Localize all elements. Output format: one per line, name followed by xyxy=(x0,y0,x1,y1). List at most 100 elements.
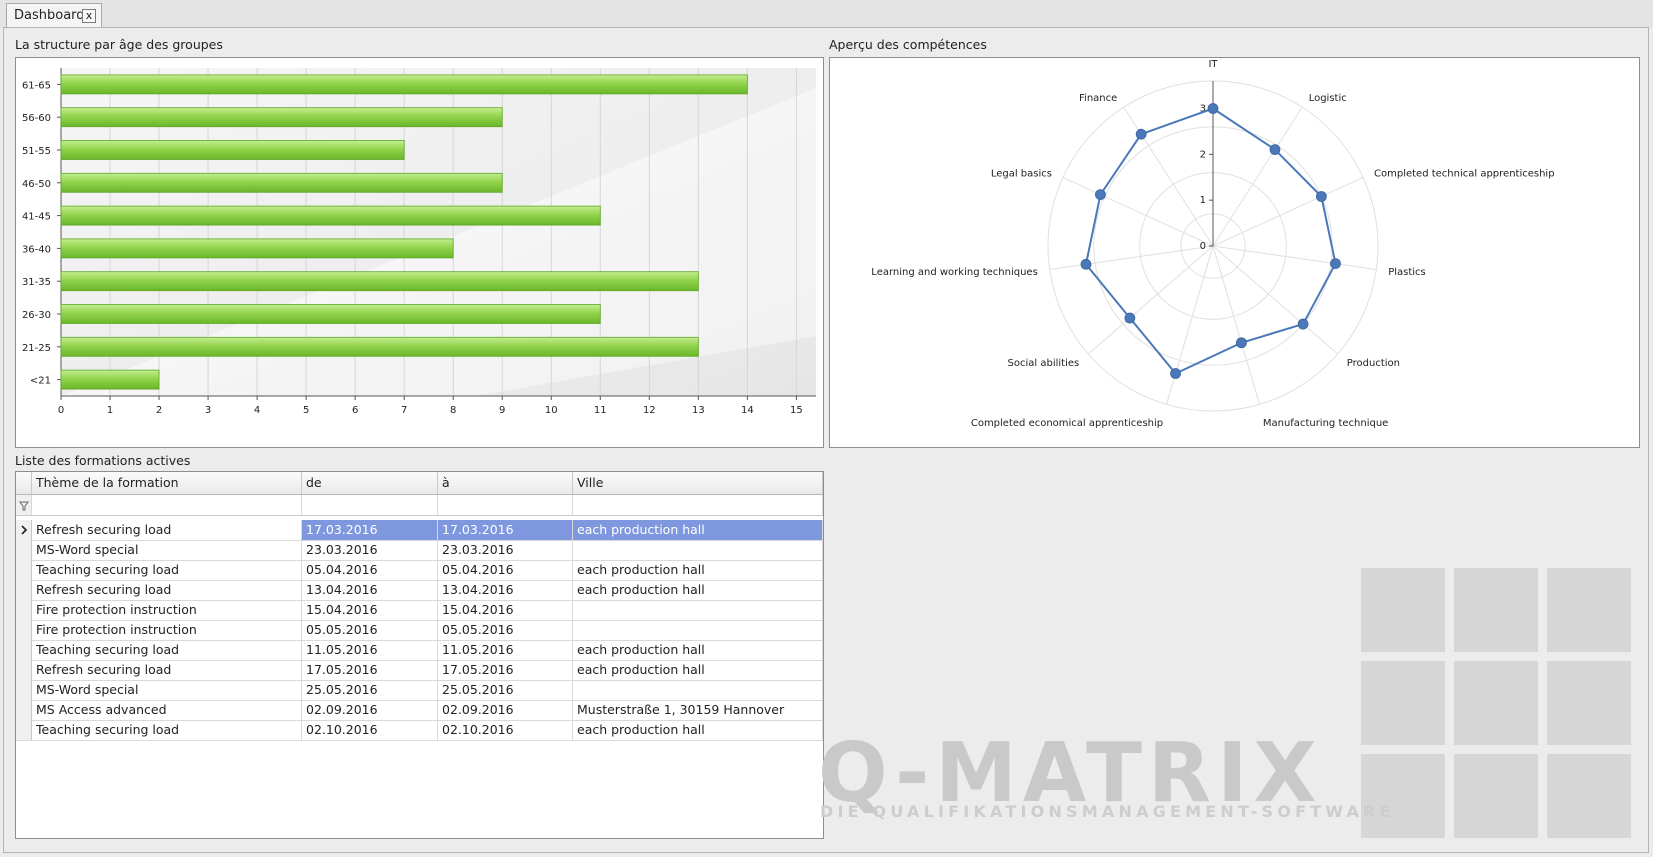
cell-from[interactable]: 11.05.2016 xyxy=(302,640,438,660)
row-indicator[interactable] xyxy=(16,640,32,660)
y-tick-label-7: 26-30 xyxy=(22,310,51,321)
radar-point-0 xyxy=(1207,103,1219,114)
column-header-to[interactable]: à xyxy=(438,472,573,494)
table-row[interactable]: MS-Word special 23.03.2016 23.03.2016 xyxy=(16,540,823,561)
filter-input-to[interactable] xyxy=(438,495,573,515)
table-row[interactable]: Refresh securing load 13.04.2016 13.04.201… xyxy=(16,580,823,601)
cell-from[interactable]: 15.04.2016 xyxy=(302,600,438,620)
cell-to[interactable]: 25.05.2016 xyxy=(438,680,573,700)
cell-theme[interactable]: Teaching securing load xyxy=(32,560,302,580)
cell-city[interactable] xyxy=(573,600,823,620)
x-tick-label-14: 14 xyxy=(741,405,754,416)
cell-to[interactable]: 13.04.2016 xyxy=(438,580,573,600)
filter-icon[interactable] xyxy=(16,495,32,515)
x-tick-label-10: 10 xyxy=(545,405,558,416)
table-row[interactable]: Teaching securing load 02.10.2016 02.10.20… xyxy=(16,720,823,741)
y-tick-label-5: 36-40 xyxy=(22,244,51,255)
cell-to[interactable]: 17.05.2016 xyxy=(438,660,573,680)
cell-city[interactable] xyxy=(573,540,823,560)
radar-series-line xyxy=(1084,107,1337,375)
filter-input-from[interactable] xyxy=(302,495,438,515)
close-icon[interactable]: x xyxy=(82,9,96,23)
row-indicator[interactable] xyxy=(16,720,32,740)
cell-city[interactable]: each production hall xyxy=(573,580,823,600)
cell-city[interactable] xyxy=(573,680,823,700)
table-row[interactable]: Teaching securing load 05.04.2016 05.04.20… xyxy=(16,560,823,581)
table-row[interactable]: MS-Word special 25.05.2016 25.05.2016 xyxy=(16,680,823,701)
row-indicator-current[interactable] xyxy=(16,520,32,540)
x-tick-label-11: 11 xyxy=(594,405,607,416)
y-tick-label-6: 31-35 xyxy=(22,277,51,288)
cell-to[interactable]: 02.09.2016 xyxy=(438,700,573,720)
cell-theme[interactable]: Teaching securing load xyxy=(32,720,302,740)
bar-5 xyxy=(60,238,454,259)
radar-axis-label-6: Completed economical apprenticeship xyxy=(971,418,1163,429)
cell-to[interactable]: 05.04.2016 xyxy=(438,560,573,580)
cell-from[interactable]: 02.09.2016 xyxy=(302,700,438,720)
row-indicator[interactable] xyxy=(16,560,32,580)
column-header-theme[interactable]: Thème de la formation xyxy=(32,472,302,494)
cell-from[interactable]: 13.04.2016 xyxy=(302,580,438,600)
cell-city[interactable]: each production hall xyxy=(573,660,823,680)
radar-tick-label-2: 2 xyxy=(1200,149,1206,160)
cell-from[interactable]: 23.03.2016 xyxy=(302,540,438,560)
radar-point-5 xyxy=(1236,337,1247,349)
cell-city[interactable]: Musterstraße 1, 30159 Hannover xyxy=(573,700,823,720)
cell-from[interactable]: 17.03.2016 xyxy=(302,520,438,540)
cell-city[interactable]: each production hall xyxy=(573,520,823,540)
cell-city[interactable]: each production hall xyxy=(573,640,823,660)
cell-theme[interactable]: Refresh securing load xyxy=(32,660,302,680)
cell-from[interactable]: 05.04.2016 xyxy=(302,560,438,580)
table-row[interactable]: Fire protection instruction 15.04.2016 15.… xyxy=(16,600,823,621)
cell-theme[interactable]: Fire protection instruction xyxy=(32,600,302,620)
table-row[interactable]: Refresh securing load 17.05.2016 17.05.201… xyxy=(16,660,823,681)
cell-to[interactable]: 11.05.2016 xyxy=(438,640,573,660)
x-tick-label-12: 12 xyxy=(643,405,656,416)
row-indicator[interactable] xyxy=(16,600,32,620)
radar-point-2 xyxy=(1315,191,1327,202)
radar-axis-label-4: Production xyxy=(1347,358,1400,369)
competence-radar-chart: 0123ITLogisticCompleted technical appren… xyxy=(871,59,1554,429)
x-tick-label-13: 13 xyxy=(692,405,705,416)
tab-dashboard[interactable]: Dashboard x xyxy=(6,3,102,27)
row-indicator[interactable] xyxy=(16,540,32,560)
row-indicator[interactable] xyxy=(16,660,32,680)
column-header-from[interactable]: de xyxy=(302,472,438,494)
cell-to[interactable]: 05.05.2016 xyxy=(438,620,573,640)
table-row[interactable]: Teaching securing load 11.05.2016 11.05.20… xyxy=(16,640,823,661)
cell-from[interactable]: 02.10.2016 xyxy=(302,720,438,740)
cell-city[interactable]: each production hall xyxy=(573,560,823,580)
y-tick-label-2: 51-55 xyxy=(22,146,51,157)
table-row[interactable]: Refresh securing load 17.03.2016 17.03.201… xyxy=(16,520,823,541)
cell-theme[interactable]: Refresh securing load xyxy=(32,520,302,540)
cell-to[interactable]: 23.03.2016 xyxy=(438,540,573,560)
radar-axis-label-1: Logistic xyxy=(1309,93,1347,104)
age-chart-panel: 0 1 2 3 4 5 6 7 8 9 10 11 12 13 14 15 61-65 56-60 51-55 46-… xyxy=(15,57,824,448)
cell-theme[interactable]: Fire protection instruction xyxy=(32,620,302,640)
table-row[interactable]: MS Access advanced 02.09.2016 02.09.2016 Mu… xyxy=(16,700,823,721)
filter-input-theme[interactable] xyxy=(32,495,302,515)
cell-to[interactable]: 17.03.2016 xyxy=(438,520,573,540)
trainings-grid: Thème de la formation de à Ville Refresh… xyxy=(15,471,824,839)
cell-theme[interactable]: Teaching securing load xyxy=(32,640,302,660)
row-indicator[interactable] xyxy=(16,580,32,600)
cell-to[interactable]: 15.04.2016 xyxy=(438,600,573,620)
cell-city[interactable]: each production hall xyxy=(573,720,823,740)
row-indicator[interactable] xyxy=(16,680,32,700)
cell-from[interactable]: 17.05.2016 xyxy=(302,660,438,680)
cell-theme[interactable]: MS Access advanced xyxy=(32,700,302,720)
filter-input-city[interactable] xyxy=(573,495,823,515)
cell-theme[interactable]: Refresh securing load xyxy=(32,580,302,600)
row-indicator[interactable] xyxy=(16,700,32,720)
cell-theme[interactable]: MS-Word special xyxy=(32,540,302,560)
cell-from[interactable]: 25.05.2016 xyxy=(302,680,438,700)
table-row[interactable]: Fire protection instruction 05.05.2016 05.… xyxy=(16,620,823,641)
cell-theme[interactable]: MS-Word special xyxy=(32,680,302,700)
cell-city[interactable] xyxy=(573,620,823,640)
bar-9 xyxy=(60,369,160,390)
row-indicator[interactable] xyxy=(16,620,32,640)
column-header-city[interactable]: Ville xyxy=(573,472,823,494)
x-tick-label-8: 8 xyxy=(450,405,456,416)
cell-to[interactable]: 02.10.2016 xyxy=(438,720,573,740)
cell-from[interactable]: 05.05.2016 xyxy=(302,620,438,640)
